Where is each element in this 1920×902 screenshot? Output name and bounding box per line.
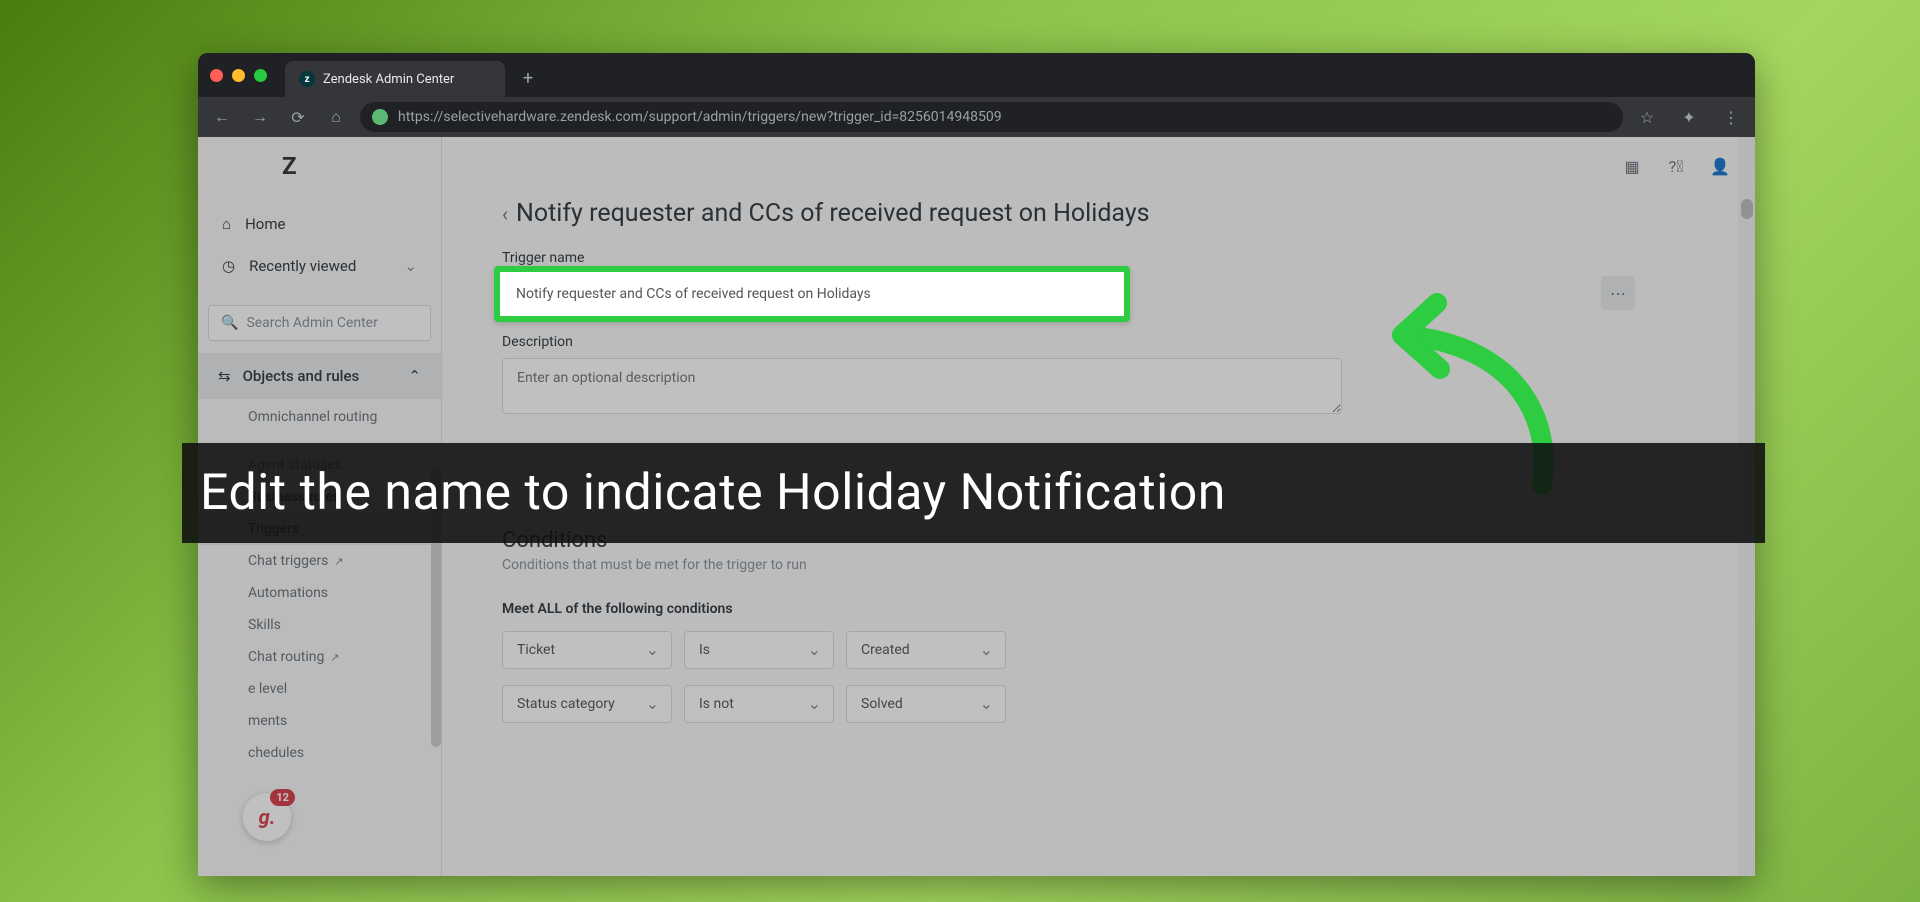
top-bar: ▦ ?⃝ 👤 (442, 137, 1755, 195)
condition-row-2: Status category Is not Solved (502, 685, 1695, 723)
chevron-up-icon: ⌃ (408, 367, 421, 385)
address-bar: ← → ⟳ ⌂ https://selectivehardware.zendes… (198, 97, 1755, 137)
sidebar-item-recent[interactable]: ◷ Recently viewed ⌄ (198, 245, 441, 287)
profile-icon[interactable]: 👤 (1709, 155, 1731, 177)
subitem-automations[interactable]: Automations (198, 577, 441, 609)
cond1-value-select[interactable]: Created (846, 631, 1006, 669)
tab-favicon-icon: z (299, 71, 315, 87)
grammarly-badge[interactable]: g. (243, 793, 291, 841)
reload-button[interactable]: ⟳ (284, 103, 312, 131)
back-chevron-icon[interactable]: ‹ (502, 202, 508, 226)
section-label: Objects and rules (243, 367, 360, 385)
apps-grid-icon[interactable]: ▦ (1621, 155, 1643, 177)
home-icon: ⌂ (222, 215, 231, 233)
conditions-subtitle: Conditions that must be met for the trig… (502, 557, 1695, 573)
home-label: Home (245, 215, 285, 233)
logo-area: Z (198, 137, 441, 195)
sidebar-search: 🔍 Search Admin Center (208, 305, 431, 341)
tab-bar: z Zendesk Admin Center + (198, 53, 1755, 97)
help-icon[interactable]: ?⃝ (1665, 155, 1687, 177)
subitem-service-level-a[interactable]: e level (198, 673, 441, 705)
trigger-name-label: Trigger name (502, 250, 1695, 266)
clock-icon: ◷ (222, 257, 235, 275)
browser-menu-icon[interactable]: ⋮ (1717, 103, 1745, 131)
cond2-operator-select[interactable]: Is not (684, 685, 834, 723)
cond2-field-select[interactable]: Status category (502, 685, 672, 723)
subitem-schedules[interactable]: chedules (198, 737, 441, 769)
sidebar-item-home[interactable]: ⌂ Home (198, 203, 441, 245)
chevron-down-icon: ⌄ (404, 257, 417, 275)
subitem-service-level-b[interactable]: ments (198, 705, 441, 737)
window-controls (210, 69, 267, 82)
minimize-window-button[interactable] (232, 69, 245, 82)
subitem-skills[interactable]: Skills (198, 609, 441, 641)
subitem-chat-routing[interactable]: Chat routing↗ (198, 641, 441, 673)
objects-icon: ⇆ (218, 367, 231, 385)
grammarly-icon: g. (259, 805, 276, 829)
search-placeholder: Search Admin Center (246, 315, 377, 331)
cond1-operator-select[interactable]: Is (684, 631, 834, 669)
page-title: Notify requester and CCs of received req… (516, 199, 1150, 228)
url-text: https://selectivehardware.zendesk.com/su… (398, 109, 1002, 125)
zendesk-logo: Z (282, 152, 297, 180)
tab-title: Zendesk Admin Center (323, 72, 454, 87)
description-label: Description (502, 334, 1695, 350)
breadcrumb: ‹ Notify requester and CCs of received r… (502, 199, 1695, 228)
browser-tab[interactable]: z Zendesk Admin Center (285, 61, 505, 97)
search-icon: 🔍 (221, 315, 238, 331)
instruction-overlay: Edit the name to indicate Holiday Notifi… (182, 443, 1765, 543)
forward-button[interactable]: → (246, 103, 274, 131)
url-input[interactable]: https://selectivehardware.zendesk.com/su… (360, 102, 1623, 132)
condition-row-1: Ticket Is Created (502, 631, 1695, 669)
external-link-icon: ↗ (330, 651, 339, 664)
description-input[interactable] (502, 358, 1342, 414)
more-options-button[interactable]: ⋯ (1601, 276, 1635, 310)
cond2-value-select[interactable]: Solved (846, 685, 1006, 723)
cond1-field-select[interactable]: Ticket (502, 631, 672, 669)
new-tab-button[interactable]: + (513, 63, 543, 93)
outer-scrollbar-thumb[interactable] (1741, 199, 1753, 219)
search-input[interactable]: 🔍 Search Admin Center (208, 305, 431, 341)
maximize-window-button[interactable] (254, 69, 267, 82)
site-lock-icon (372, 109, 388, 125)
sidebar-section-objects-rules[interactable]: ⇆ Objects and rules ⌃ (198, 353, 441, 399)
back-button[interactable]: ← (208, 103, 236, 131)
bookmark-star-icon[interactable]: ☆ (1633, 103, 1661, 131)
subitem-chat-triggers[interactable]: Chat triggers↗ (198, 545, 441, 577)
subitem-omnichannel[interactable]: Omnichannel routing (198, 401, 441, 433)
external-link-icon: ↗ (334, 555, 343, 568)
trigger-name-highlight-wrap (502, 274, 1122, 314)
trigger-name-input[interactable] (512, 278, 1108, 310)
home-button[interactable]: ⌂ (322, 103, 350, 131)
close-window-button[interactable] (210, 69, 223, 82)
instruction-text: Edit the name to indicate Holiday Notifi… (200, 464, 1226, 522)
extensions-icon[interactable]: ✦ (1675, 103, 1703, 131)
meet-all-label: Meet ALL of the following conditions (502, 601, 1695, 617)
recent-label: Recently viewed (249, 257, 356, 275)
